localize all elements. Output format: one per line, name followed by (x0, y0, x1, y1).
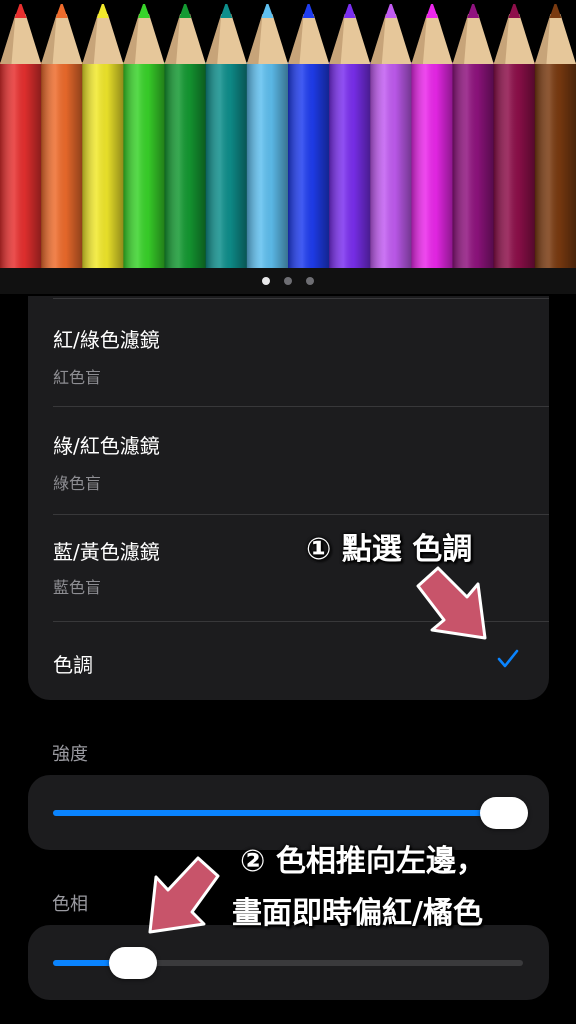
annotation-step-1: ① 點選 色調 (306, 532, 473, 567)
annotation-step-2-line-1: ② 色相推向左邊， (240, 844, 486, 879)
annotation-arrow-1 (416, 566, 487, 640)
annotation-arrow-2 (148, 856, 220, 934)
annotation-step-2-line-2: 畫面即時偏紅/橘色 (232, 896, 483, 931)
